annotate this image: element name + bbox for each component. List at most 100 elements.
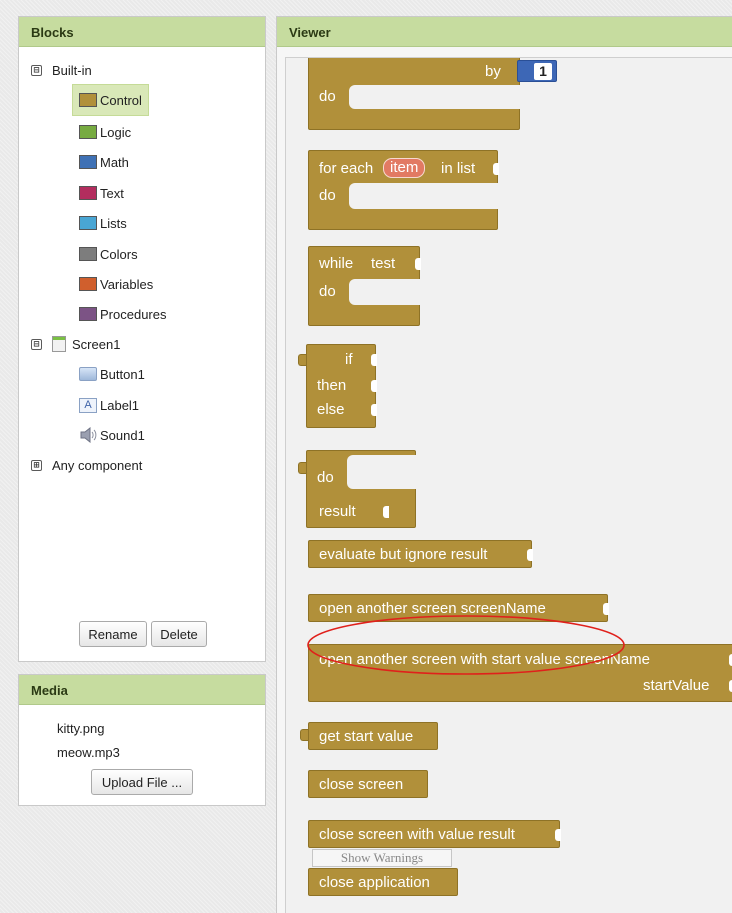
block-label: while: [319, 255, 354, 272]
upload-file-button[interactable]: Upload File ...: [91, 769, 193, 795]
lists-swatch-icon: [79, 216, 97, 230]
tree-label-any-component: Any component: [52, 457, 143, 473]
expand-icon[interactable]: ⊞: [31, 459, 42, 471]
input-socket: [527, 549, 533, 561]
block-label: test: [371, 255, 396, 272]
media-panel: Media kitty.png meow.mp3 Upload File ...: [18, 674, 266, 806]
blocks-panel: Blocks ⊟ Built-in Control Logic Math Tex…: [18, 16, 266, 662]
component-sound1[interactable]: Sound1: [79, 424, 145, 446]
statement-slot: [349, 279, 421, 305]
colors-swatch-icon: [79, 247, 97, 261]
close-screen-with-value-block[interactable]: close screen with value result: [308, 820, 561, 848]
drawer-label: Control: [100, 92, 142, 108]
blocks-panel-title: Blocks: [19, 17, 265, 47]
block-label: evaluate but ignore result: [319, 546, 488, 563]
output-connector: [300, 729, 308, 741]
if-then-else-block[interactable]: if then else: [306, 344, 377, 428]
block-label: else: [317, 401, 345, 418]
block-label: for each: [319, 160, 374, 177]
drawer-label: Lists: [100, 215, 127, 231]
drawer-variables[interactable]: Variables: [79, 273, 153, 295]
input-socket: [555, 829, 561, 841]
drawer-procedures[interactable]: Procedures: [79, 303, 166, 325]
drawer-control[interactable]: Control: [72, 84, 149, 116]
block-label: get start value: [319, 728, 414, 745]
show-warnings-button[interactable]: Show Warnings: [312, 849, 452, 867]
close-screen-block[interactable]: close screen: [308, 770, 428, 798]
component-button1[interactable]: Button1: [79, 363, 145, 385]
do-result-block[interactable]: do result: [306, 450, 417, 528]
component-label: Sound1: [100, 427, 145, 443]
block-label: close application: [319, 874, 430, 891]
math-swatch-icon: [79, 155, 97, 169]
input-socket: [415, 258, 421, 270]
drawer-math[interactable]: Math: [79, 151, 129, 173]
drawer-label: Colors: [100, 246, 138, 262]
collapse-icon[interactable]: ⊟: [31, 338, 42, 350]
tree-label-built-in: Built-in: [52, 62, 92, 78]
viewer-panel-title: Viewer: [277, 17, 732, 47]
input-socket: [371, 354, 377, 366]
viewer-panel: Viewer by 1 do for each item in list do: [276, 16, 732, 913]
drawer-lists[interactable]: Lists: [79, 212, 127, 234]
get-start-value-block[interactable]: get start value: [308, 722, 438, 750]
procedures-swatch-icon: [79, 307, 97, 321]
media-file-item[interactable]: kitty.png: [57, 721, 104, 736]
tree-label-screen1: Screen1: [72, 336, 121, 352]
tree-node-any-component[interactable]: ⊞ Any component: [31, 454, 142, 476]
block-label: startValue: [643, 677, 710, 694]
rename-button[interactable]: Rename: [79, 621, 147, 647]
drawer-logic[interactable]: Logic: [79, 121, 131, 143]
block-label: result: [319, 503, 356, 520]
number-block[interactable]: 1: [517, 60, 557, 82]
workspace-canvas[interactable]: by 1 do for each item in list do while t…: [286, 58, 732, 913]
button-component-icon: [79, 367, 97, 381]
block-label: close screen with value result: [319, 826, 515, 843]
delete-button[interactable]: Delete: [151, 621, 207, 647]
block-label: if: [345, 351, 353, 368]
block-label: close screen: [319, 776, 404, 793]
component-label1[interactable]: A Label1: [79, 394, 139, 416]
blocks-workspace[interactable]: by 1 do for each item in list do while t…: [285, 57, 732, 913]
drawer-label: Variables: [100, 276, 154, 292]
drawer-label: Math: [100, 154, 129, 170]
tree-node-built-in[interactable]: ⊟ Built-in: [31, 59, 92, 81]
component-label: Button1: [100, 366, 145, 382]
block-label: do: [319, 187, 336, 204]
block-label: do: [319, 283, 336, 300]
evaluate-ignore-block[interactable]: evaluate but ignore result: [308, 540, 533, 568]
drawer-label: Procedures: [100, 306, 167, 322]
drawer-label: Text: [100, 185, 124, 201]
tree-node-screen1[interactable]: ⊟ Screen1: [31, 333, 120, 355]
for-range-block[interactable]: by 1 do: [308, 58, 557, 130]
media-file-item[interactable]: meow.mp3: [57, 745, 120, 760]
screen-icon: [52, 336, 66, 352]
block-label: by: [485, 63, 501, 80]
logic-swatch-icon: [79, 125, 97, 139]
block-label: then: [317, 377, 347, 394]
output-connector: [298, 354, 306, 366]
statement-slot: [349, 85, 521, 109]
statement-slot: [347, 455, 417, 489]
for-each-block[interactable]: for each item in list do: [308, 150, 499, 230]
block-label: do: [317, 469, 334, 486]
component-label: Label1: [100, 397, 140, 413]
speaker-icon: [79, 426, 97, 444]
input-socket: [371, 404, 377, 416]
while-block[interactable]: while test do: [308, 246, 421, 326]
media-panel-title: Media: [19, 675, 265, 705]
block-label: do: [319, 88, 336, 105]
statement-slot: [349, 183, 499, 209]
close-application-block[interactable]: close application: [308, 868, 458, 896]
text-swatch-icon: [79, 186, 97, 200]
collapse-icon[interactable]: ⊟: [31, 64, 42, 76]
drawer-label: Logic: [100, 124, 132, 140]
drawer-colors[interactable]: Colors: [79, 243, 138, 265]
block-label: in list: [441, 160, 476, 177]
item-parameter[interactable]: item: [383, 158, 426, 178]
number-field[interactable]: 1: [534, 63, 552, 80]
output-connector: [298, 462, 306, 474]
input-socket: [493, 163, 499, 175]
input-socket: [371, 380, 377, 392]
drawer-text[interactable]: Text: [79, 182, 124, 204]
